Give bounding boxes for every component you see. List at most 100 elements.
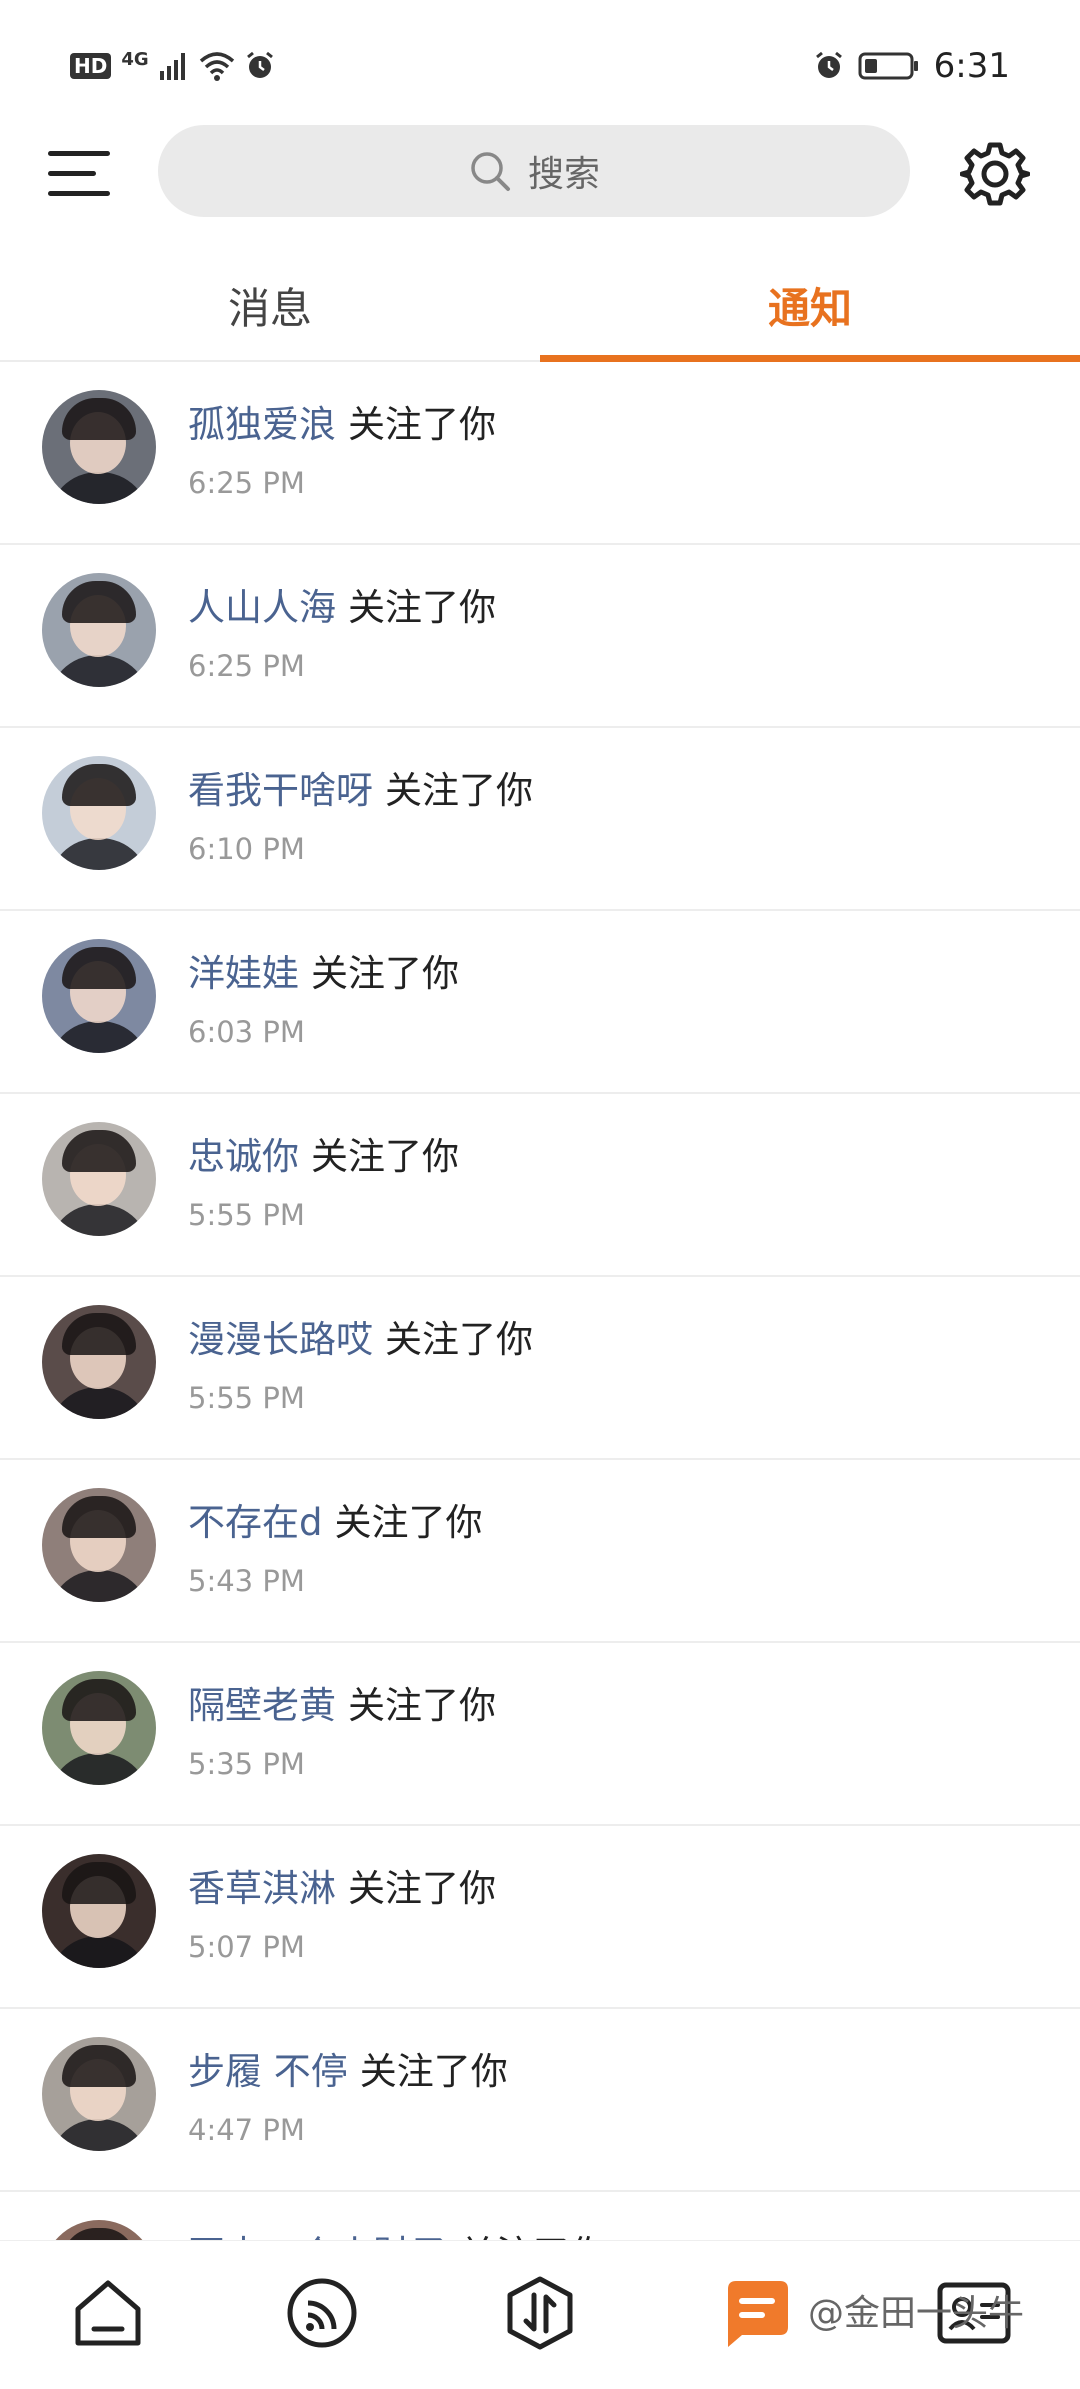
avatar-hair: [62, 947, 136, 989]
avatar-figure: [48, 1936, 150, 1968]
notification-text: 隔壁老黄 关注了你: [188, 1675, 496, 1729]
tab-bar: 消息 通知: [0, 250, 1080, 362]
clock: 6:31: [933, 46, 1010, 86]
avatar[interactable]: [42, 939, 156, 1053]
avatar[interactable]: [42, 1671, 156, 1785]
notification-text: 洋娃娃 关注了你: [188, 943, 459, 997]
notification-text: 再来一个小财子 关注了你: [188, 2224, 607, 2240]
notification-action: 关注了你: [348, 586, 496, 629]
wifi-icon: [199, 52, 234, 81]
notification-text: 不存在d 关注了你: [188, 1492, 483, 1546]
avatar-hair: [62, 764, 136, 806]
notification-text: 漫漫长路哎 关注了你: [188, 1309, 533, 1363]
username-link[interactable]: 步履 不停: [188, 2050, 348, 2093]
feed-icon[interactable]: [282, 2273, 362, 2353]
avatar-hair: [62, 1313, 136, 1355]
notification-text: 忠诚你 关注了你: [188, 1126, 459, 1180]
avatar[interactable]: [42, 2220, 156, 2240]
home-icon[interactable]: [68, 2273, 148, 2353]
avatar-hair: [62, 398, 136, 440]
notification-action: 关注了你: [311, 952, 459, 995]
signal-icon: [159, 53, 185, 80]
status-right: 6:31: [814, 44, 1010, 88]
avatar-figure: [48, 1753, 150, 1785]
notification-action: 关注了你: [385, 1318, 533, 1361]
notification-text: 人山人海 关注了你: [188, 577, 496, 631]
notification-item[interactable]: 不存在d 关注了你 5:43 PM: [0, 1460, 1080, 1643]
avatar-hair: [62, 2228, 136, 2240]
notification-item[interactable]: 漫漫长路哎 关注了你 5:55 PM: [0, 1277, 1080, 1460]
notification-list[interactable]: 孤独爱浪 关注了你 6:25 PM 人山人海 关注了你 6:25 PM 看我干啥呀 关注了你 6…: [0, 362, 1080, 2240]
avatar-figure: [48, 472, 150, 504]
notification-item[interactable]: 步履 不停 关注了你 4:47 PM: [0, 2009, 1080, 2192]
avatar-figure: [48, 1387, 150, 1419]
username-link[interactable]: 隔壁老黄: [188, 1684, 336, 1727]
username-link[interactable]: 漫漫长路哎: [188, 1318, 373, 1361]
notification-text: 步履 不停 关注了你: [188, 2041, 508, 2095]
avatar[interactable]: [42, 756, 156, 870]
notification-item[interactable]: 隔壁老黄 关注了你 5:35 PM: [0, 1643, 1080, 1826]
avatar-hair: [62, 1496, 136, 1538]
tab-active-indicator: [540, 355, 1080, 362]
notification-time: 6:03 PM: [188, 1015, 305, 1049]
notification-action: 关注了你: [348, 403, 496, 446]
notification-item[interactable]: 人山人海 关注了你 6:25 PM: [0, 545, 1080, 728]
notification-text: 孤独爱浪 关注了你: [188, 394, 496, 448]
avatar[interactable]: [42, 1854, 156, 1968]
notification-action: 关注了你: [348, 1684, 496, 1727]
avatar[interactable]: [42, 573, 156, 687]
trade-icon[interactable]: [500, 2273, 580, 2353]
username-link[interactable]: 人山人海: [188, 586, 336, 629]
avatar-figure: [48, 1204, 150, 1236]
notification-time: 4:47 PM: [188, 2113, 305, 2147]
avatar[interactable]: [42, 1305, 156, 1419]
avatar[interactable]: [42, 2037, 156, 2151]
notification-action: 关注了你: [359, 2050, 508, 2093]
avatar-figure: [48, 655, 150, 687]
username-link[interactable]: 看我干啥呀: [188, 769, 373, 812]
avatar-hair: [62, 581, 136, 623]
avatar[interactable]: [42, 390, 156, 504]
watermark: @金田一头牛: [808, 2293, 1025, 2334]
status-bar: HD 4G 6:31: [0, 0, 1080, 130]
tab-notifications[interactable]: 通知: [540, 250, 1080, 360]
username-link[interactable]: 香草淇淋: [188, 1867, 336, 1910]
username-link[interactable]: 洋娃娃: [188, 952, 299, 995]
search-input[interactable]: 搜索: [158, 125, 910, 217]
battery-icon: [858, 52, 918, 80]
tab-messages[interactable]: 消息: [0, 250, 540, 360]
notification-text: 看我干啥呀 关注了你: [188, 760, 533, 814]
notification-item[interactable]: 香草淇淋 关注了你 5:07 PM: [0, 1826, 1080, 2009]
notification-item[interactable]: 再来一个小财子 关注了你: [0, 2192, 1080, 2240]
username-link[interactable]: 忠诚你: [188, 1135, 299, 1178]
username-link[interactable]: 孤独爱浪: [188, 403, 336, 446]
menu-icon[interactable]: [48, 143, 112, 203]
alarm-icon: [815, 51, 842, 78]
notification-action: 关注了你: [334, 1501, 483, 1544]
notification-item[interactable]: 忠诚你 关注了你 5:55 PM: [0, 1094, 1080, 1277]
username-link[interactable]: 不存在d: [188, 1501, 323, 1544]
alarm-icon: [246, 51, 273, 78]
settings-gear-icon[interactable]: [959, 139, 1031, 209]
avatar-hair: [62, 1862, 136, 1904]
notification-action: 关注了你: [459, 2233, 607, 2240]
notification-time: 5:55 PM: [188, 1198, 305, 1232]
notification-item[interactable]: 看我干啥呀 关注了你 6:10 PM: [0, 728, 1080, 911]
notification-time: 6:25 PM: [188, 466, 305, 500]
avatar[interactable]: [42, 1488, 156, 1602]
notification-action: 关注了你: [311, 1135, 459, 1178]
status-left: HD 4G: [70, 44, 275, 88]
notification-text: 香草淇淋 关注了你: [188, 1858, 496, 1912]
top-bar: 搜索: [0, 125, 1080, 235]
notification-time: 5:55 PM: [188, 1381, 305, 1415]
avatar-figure: [48, 1570, 150, 1602]
network-type: 4G: [121, 48, 149, 70]
username-link[interactable]: 再来一个小财子: [188, 2233, 447, 2240]
notification-item[interactable]: 孤独爱浪 关注了你 6:25 PM: [0, 362, 1080, 545]
message-icon[interactable]: [714, 2273, 794, 2353]
notification-item[interactable]: 洋娃娃 关注了你 6:03 PM: [0, 911, 1080, 1094]
avatar-figure: [48, 1021, 150, 1053]
search-placeholder: 搜索: [527, 154, 600, 195]
notification-time: 5:07 PM: [188, 1930, 305, 1964]
avatar[interactable]: [42, 1122, 156, 1236]
